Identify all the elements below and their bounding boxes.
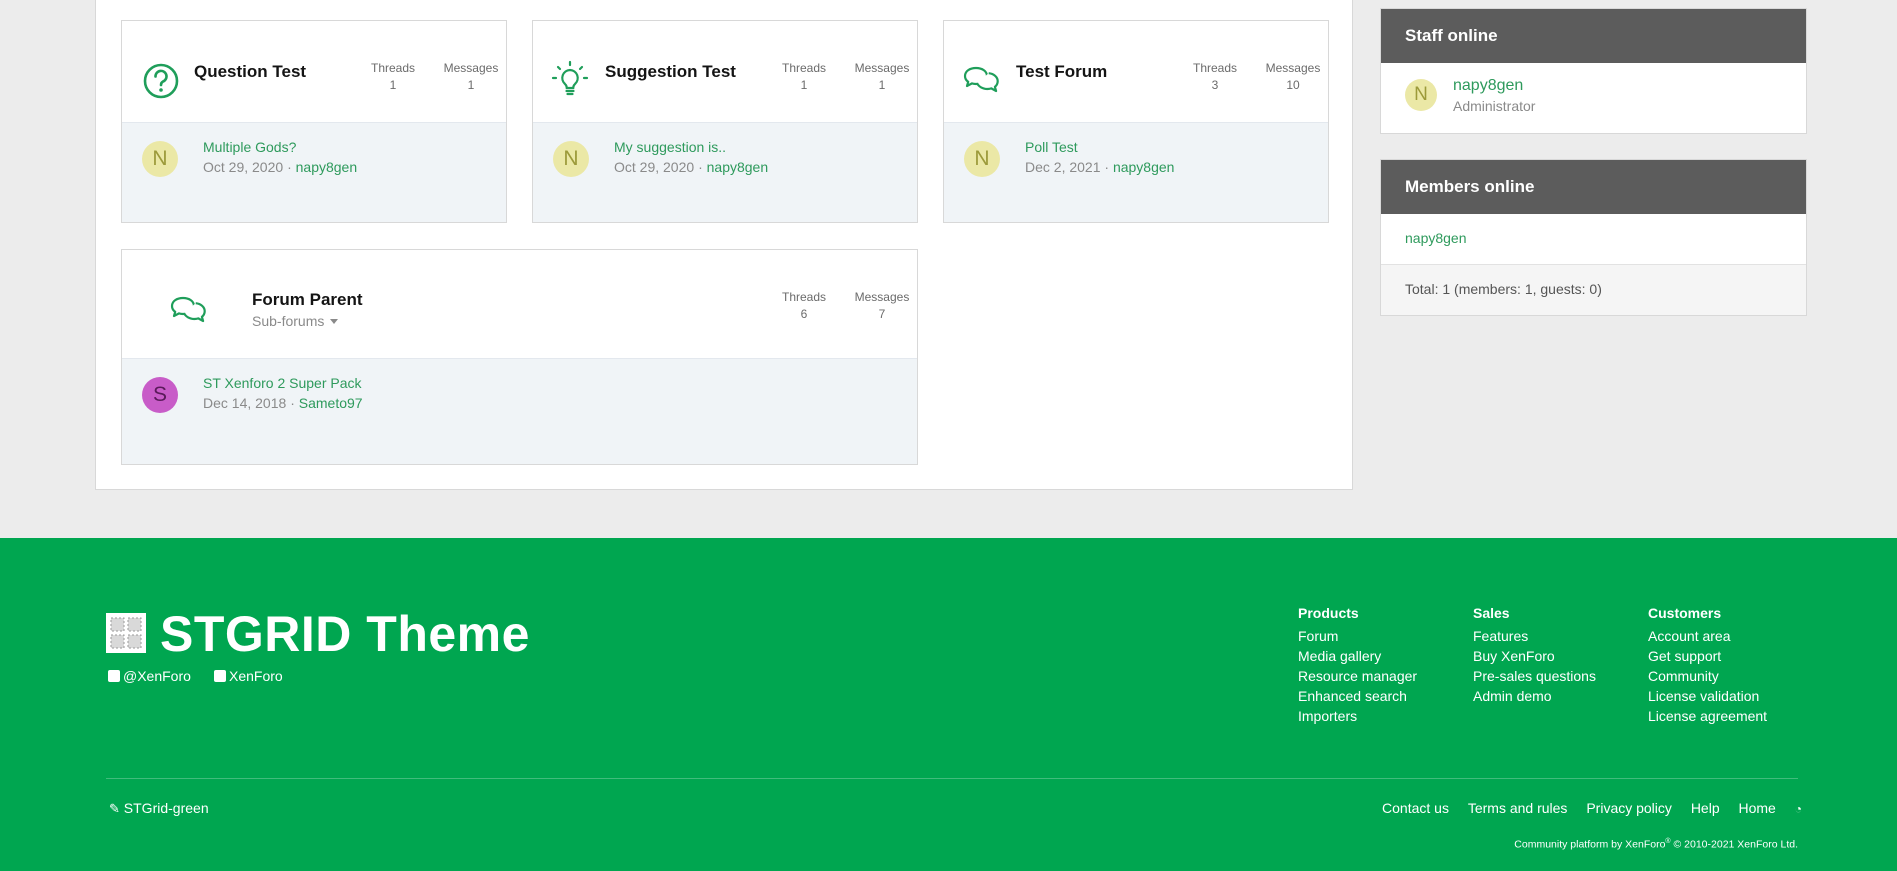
facebook-icon: [214, 670, 226, 682]
footer-link-community[interactable]: Community: [1648, 666, 1767, 686]
threads-stat: Threads 1: [781, 61, 827, 92]
avatar[interactable]: S: [142, 377, 178, 413]
help-link[interactable]: Help: [1691, 800, 1720, 816]
member-user-link[interactable]: napy8gen: [1405, 230, 1467, 246]
footer-link-get-support[interactable]: Get support: [1648, 646, 1767, 666]
site-logo-text[interactable]: STGRID Theme: [160, 605, 530, 663]
last-post-title[interactable]: ST Xenforo 2 Super Pack: [203, 375, 362, 391]
staff-online-widget: Staff online N napy8gen Administrator: [1380, 8, 1807, 134]
forum-node-suggestion-test: Suggestion Test Threads 1 Messages 1 N My …: [532, 20, 918, 223]
messages-stat: Messages 7: [854, 290, 910, 321]
messages-stat: Messages 1: [854, 61, 910, 92]
footer-bottom-links: Contact us Terms and rules Privacy polic…: [1367, 800, 1802, 816]
forum-node-forum-parent: Forum Parent Sub-forums Threads 6 Message…: [121, 249, 918, 465]
twitter-icon: [108, 670, 120, 682]
forum-title[interactable]: Test Forum: [1016, 62, 1107, 82]
caret-down-icon: [330, 319, 339, 324]
threads-stat: Threads 1: [370, 61, 416, 92]
last-post-date[interactable]: Oct 29, 2020: [614, 159, 694, 175]
footer-link-license-validation[interactable]: License validation: [1648, 686, 1767, 706]
twitter-link[interactable]: @XenForo: [108, 668, 191, 684]
forum-node-test-forum: Test Forum Threads 3 Messages 10 N Poll Te…: [943, 20, 1329, 223]
footer-column-products: Products Forum Media gallery Resource ma…: [1298, 605, 1418, 726]
last-post-meta: Dec 14, 2018 · Sameto97: [203, 395, 363, 411]
members-online-widget: Members online napy8gen Total: 1 (member…: [1380, 159, 1807, 316]
footer-link-resource-manager[interactable]: Resource manager: [1298, 666, 1417, 686]
subforums-dropdown[interactable]: Sub-forums: [252, 313, 339, 329]
forum-title[interactable]: Question Test: [194, 62, 306, 82]
grid-logo-icon: [106, 613, 146, 653]
widget-title: Staff online: [1381, 9, 1806, 63]
forum-title[interactable]: Forum Parent: [252, 290, 363, 310]
messages-stat: Messages 1: [443, 61, 499, 92]
copyright-notice: Community platform by XenForo® © 2010-20…: [1514, 838, 1798, 851]
last-post-date[interactable]: Oct 29, 2020: [203, 159, 283, 175]
avatar[interactable]: N: [964, 141, 1000, 177]
forum-list-panel: Question Test Threads 1 Messages 1 N Multi…: [95, 0, 1353, 490]
style-chooser-link[interactable]: ✎ STGrid-green: [109, 800, 209, 817]
widget-title: Members online: [1381, 160, 1806, 214]
last-post-user[interactable]: napy8gen: [296, 159, 358, 175]
paint-brush-icon: ✎: [109, 801, 120, 816]
footer-link-account-area[interactable]: Account area: [1648, 626, 1767, 646]
terms-and-rules-link[interactable]: Terms and rules: [1468, 800, 1568, 816]
threads-stat: Threads 6: [781, 290, 827, 321]
question-circle-icon: [143, 63, 179, 99]
last-post-meta: Dec 2, 2021 · napy8gen: [1025, 159, 1175, 175]
lightbulb-icon: [551, 60, 589, 96]
footer-link-buy-xenforo[interactable]: Buy XenForo: [1473, 646, 1596, 666]
contact-us-link[interactable]: Contact us: [1382, 800, 1449, 816]
last-post-user[interactable]: Sameto97: [299, 395, 363, 411]
footer-column-customers: Customers Account area Get support Commu…: [1648, 605, 1768, 726]
footer-column-sales: Sales Features Buy XenForo Pre-sales que…: [1473, 605, 1596, 706]
avatar[interactable]: N: [1405, 79, 1437, 111]
footer-divider: [106, 778, 1798, 779]
last-post-meta: Oct 29, 2020 · napy8gen: [614, 159, 769, 175]
avatar[interactable]: N: [553, 141, 589, 177]
chat-bubbles-icon: [963, 66, 999, 93]
site-footer: STGRID Theme @XenForo XenForo Products F…: [0, 538, 1897, 871]
facebook-link[interactable]: XenForo: [214, 668, 283, 684]
last-post-date[interactable]: Dec 14, 2018: [203, 395, 286, 411]
forum-title[interactable]: Suggestion Test: [605, 62, 736, 82]
last-post-title[interactable]: Poll Test: [1025, 139, 1078, 155]
home-link[interactable]: Home: [1739, 800, 1776, 816]
footer-link-enhanced-search[interactable]: Enhanced search: [1298, 686, 1417, 706]
staff-user-link[interactable]: napy8gen: [1453, 77, 1523, 95]
last-post-title[interactable]: Multiple Gods?: [203, 139, 296, 155]
last-post-date[interactable]: Dec 2, 2021: [1025, 159, 1101, 175]
avatar[interactable]: N: [142, 141, 178, 177]
rss-icon[interactable]: ◔: [1795, 802, 1802, 816]
forum-node-question-test: Question Test Threads 1 Messages 1 N Multi…: [121, 20, 507, 223]
footer-link-license-agreement[interactable]: License agreement: [1648, 706, 1767, 726]
footer-link-media-gallery[interactable]: Media gallery: [1298, 646, 1417, 666]
footer-link-features[interactable]: Features: [1473, 626, 1596, 646]
staff-role: Administrator: [1453, 98, 1536, 114]
footer-link-forum[interactable]: Forum: [1298, 626, 1417, 646]
members-total: Total: 1 (members: 1, guests: 0): [1381, 264, 1806, 315]
threads-stat: Threads 3: [1192, 61, 1238, 92]
footer-link-admin-demo[interactable]: Admin demo: [1473, 686, 1596, 706]
footer-link-pre-sales-questions[interactable]: Pre-sales questions: [1473, 666, 1596, 686]
last-post-meta: Oct 29, 2020 · napy8gen: [203, 159, 358, 175]
last-post-user[interactable]: napy8gen: [1113, 159, 1175, 175]
last-post-user[interactable]: napy8gen: [707, 159, 769, 175]
privacy-policy-link[interactable]: Privacy policy: [1586, 800, 1672, 816]
chat-bubbles-icon: [170, 296, 206, 323]
messages-stat: Messages 10: [1265, 61, 1321, 92]
last-post-title[interactable]: My suggestion is..: [614, 139, 726, 155]
footer-link-importers[interactable]: Importers: [1298, 706, 1417, 726]
